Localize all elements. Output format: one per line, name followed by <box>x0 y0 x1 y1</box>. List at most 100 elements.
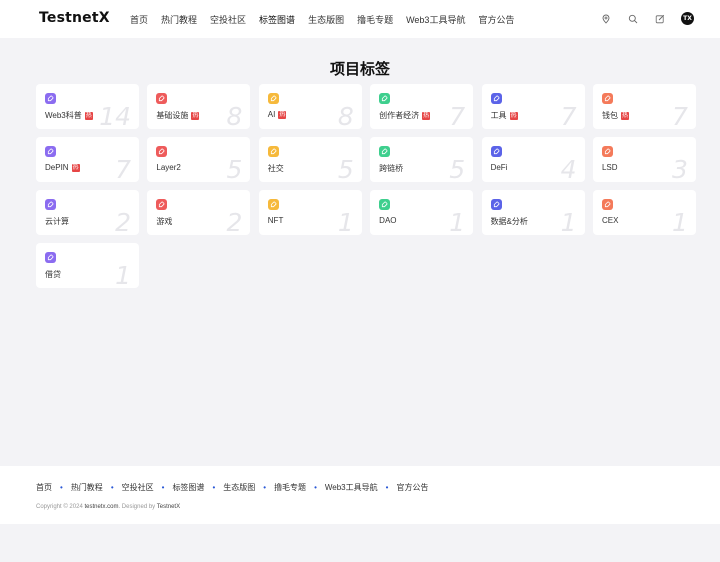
footer-designer-link[interactable]: TestnetX <box>157 504 180 510</box>
nav-item[interactable]: 热门教程 <box>161 13 197 26</box>
tag-icon <box>45 93 56 104</box>
site-logo[interactable]: TestnetX <box>39 10 110 26</box>
tag-card[interactable]: 游戏 2 <box>147 190 251 235</box>
tag-name-row: 钱包热 <box>602 110 629 121</box>
footer-link[interactable]: 生态版图 <box>223 482 255 493</box>
tag-icon <box>601 199 613 210</box>
tag-icon <box>490 146 502 157</box>
tag-icon <box>156 199 168 210</box>
nav-item[interactable]: 首页 <box>130 13 148 26</box>
tag-icon <box>601 146 613 157</box>
site-footer: 首页 • 热门教程 • 空投社区 • 标签图谱 • 生态版图 • 撸毛专题 • Web3工具导航 • 官方公… <box>0 466 720 524</box>
tag-card[interactable]: DeFi 4 <box>481 137 585 182</box>
copyright: Copyright © 2024 testnetx.com. Designed … <box>36 504 180 510</box>
hot-badge: 热 <box>191 111 200 120</box>
tag-name-row: LSD <box>602 163 618 172</box>
tag-count: 1 <box>115 261 131 288</box>
footer-link[interactable]: 官方公告 <box>396 482 428 493</box>
hot-badge: 热 <box>620 111 629 120</box>
tag-card[interactable]: Layer2 5 <box>147 137 251 182</box>
footer-separator: • <box>161 483 165 492</box>
footer-link[interactable]: 空投社区 <box>122 482 154 493</box>
edit-icon[interactable] <box>654 13 666 25</box>
nav-item[interactable]: 空投社区 <box>210 13 246 26</box>
page-title: 项目标签 <box>329 61 390 78</box>
tag-name-row: Web3科普热 <box>45 110 93 121</box>
tag-name: DeFi <box>490 163 508 172</box>
tag-card[interactable]: AI 热 8 <box>258 84 362 129</box>
tag-name-row: DePIN 热 <box>45 163 80 172</box>
tag-icon <box>156 93 168 104</box>
tag-card[interactable]: 数据&分析 1 <box>481 190 585 235</box>
tag-card[interactable]: 跨链桥 5 <box>370 137 474 182</box>
location-icon[interactable] <box>600 13 612 25</box>
tag-name-row: 借贷 <box>45 269 61 280</box>
tag-count: 7 <box>560 102 577 129</box>
footer-separator: • <box>314 483 317 492</box>
footer-link[interactable]: 撸毛专题 <box>274 482 306 493</box>
tag-card[interactable]: 钱包热 7 <box>592 84 696 129</box>
tag-count: 5 <box>449 155 466 182</box>
tag-icon <box>156 146 168 157</box>
footer-link[interactable]: 首页 <box>36 482 52 493</box>
tag-name-row: 基础设施热 <box>156 110 200 121</box>
footer-site-link[interactable]: testnetx.com <box>84 504 118 510</box>
tag-name: AI <box>267 110 276 119</box>
avatar[interactable]: TX <box>681 12 694 25</box>
tag-name: 游戏 <box>156 217 173 226</box>
footer-link[interactable]: Web3工具导航 <box>325 482 378 493</box>
tag-name-row: 游戏 <box>156 216 172 227</box>
tag-card[interactable]: DePIN 热 7 <box>36 137 139 182</box>
tag-count: 7 <box>449 102 466 129</box>
tag-count: 5 <box>226 155 243 182</box>
tag-icon <box>379 93 391 104</box>
tag-card[interactable]: 借贷 1 <box>36 243 139 288</box>
tag-count: 1 <box>560 208 577 235</box>
tag-name: Web3科普 <box>45 111 82 120</box>
nav-item[interactable]: 生态版图 <box>308 13 344 26</box>
tag-name-row: NFT <box>268 216 284 225</box>
tag-count: 2 <box>115 208 131 235</box>
tag-count: 3 <box>672 155 688 182</box>
tag-name: 创作者经济 <box>379 111 420 120</box>
search-icon[interactable] <box>627 13 639 25</box>
tag-name-row: 工具热 <box>491 110 518 121</box>
footer-link[interactable]: 标签图谱 <box>172 482 204 493</box>
tag-name-row: 跨链桥 <box>379 163 403 174</box>
tag-icon <box>601 93 613 104</box>
tag-count: 7 <box>115 155 131 182</box>
tag-count: 2 <box>226 208 243 235</box>
nav-item[interactable]: 标签图谱 <box>259 13 295 26</box>
main-nav: 首页 热门教程 空投社区 标签图谱 生态版图 撸毛专题 Web3工具导航 官方公告 <box>130 13 514 26</box>
tag-icon <box>45 199 56 210</box>
tag-name: 钱包 <box>601 111 618 120</box>
footer-separator: • <box>212 483 216 492</box>
nav-item[interactable]: 官方公告 <box>478 13 514 26</box>
tag-name: 数据&分析 <box>490 217 528 226</box>
nav-item[interactable]: 撸毛专题 <box>357 13 393 26</box>
tag-card[interactable]: 创作者经济热 7 <box>370 84 474 129</box>
tag-card[interactable]: DAO 1 <box>370 190 474 235</box>
tag-card[interactable]: LSD 3 <box>592 137 696 182</box>
header-actions: TX <box>600 12 694 25</box>
tag-name-row: DAO <box>379 216 396 225</box>
tag-card[interactable]: 云计算 2 <box>36 190 139 235</box>
tag-card[interactable]: Web3科普热 14 <box>36 84 139 129</box>
tag-name: LSD <box>601 163 618 172</box>
tag-icon <box>379 199 391 210</box>
tag-card[interactable]: CEX 1 <box>592 190 696 235</box>
tag-count: 1 <box>337 208 354 235</box>
tag-name-row: Layer2 <box>156 163 180 172</box>
hot-badge: 热 <box>422 111 431 120</box>
tag-name: 工具 <box>490 111 507 120</box>
tag-card[interactable]: NFT 1 <box>258 190 362 235</box>
tag-count: 4 <box>560 155 577 182</box>
nav-item[interactable]: Web3工具导航 <box>406 13 465 26</box>
footer-link[interactable]: 热门教程 <box>71 482 103 493</box>
tag-card[interactable]: 社交 5 <box>258 137 362 182</box>
tag-icon <box>490 199 502 210</box>
tag-name-row: DeFi <box>491 163 508 172</box>
tag-card[interactable]: 工具热 7 <box>481 84 585 129</box>
tag-card[interactable]: 基础设施热 8 <box>147 84 251 129</box>
tag-count: 8 <box>226 102 243 129</box>
